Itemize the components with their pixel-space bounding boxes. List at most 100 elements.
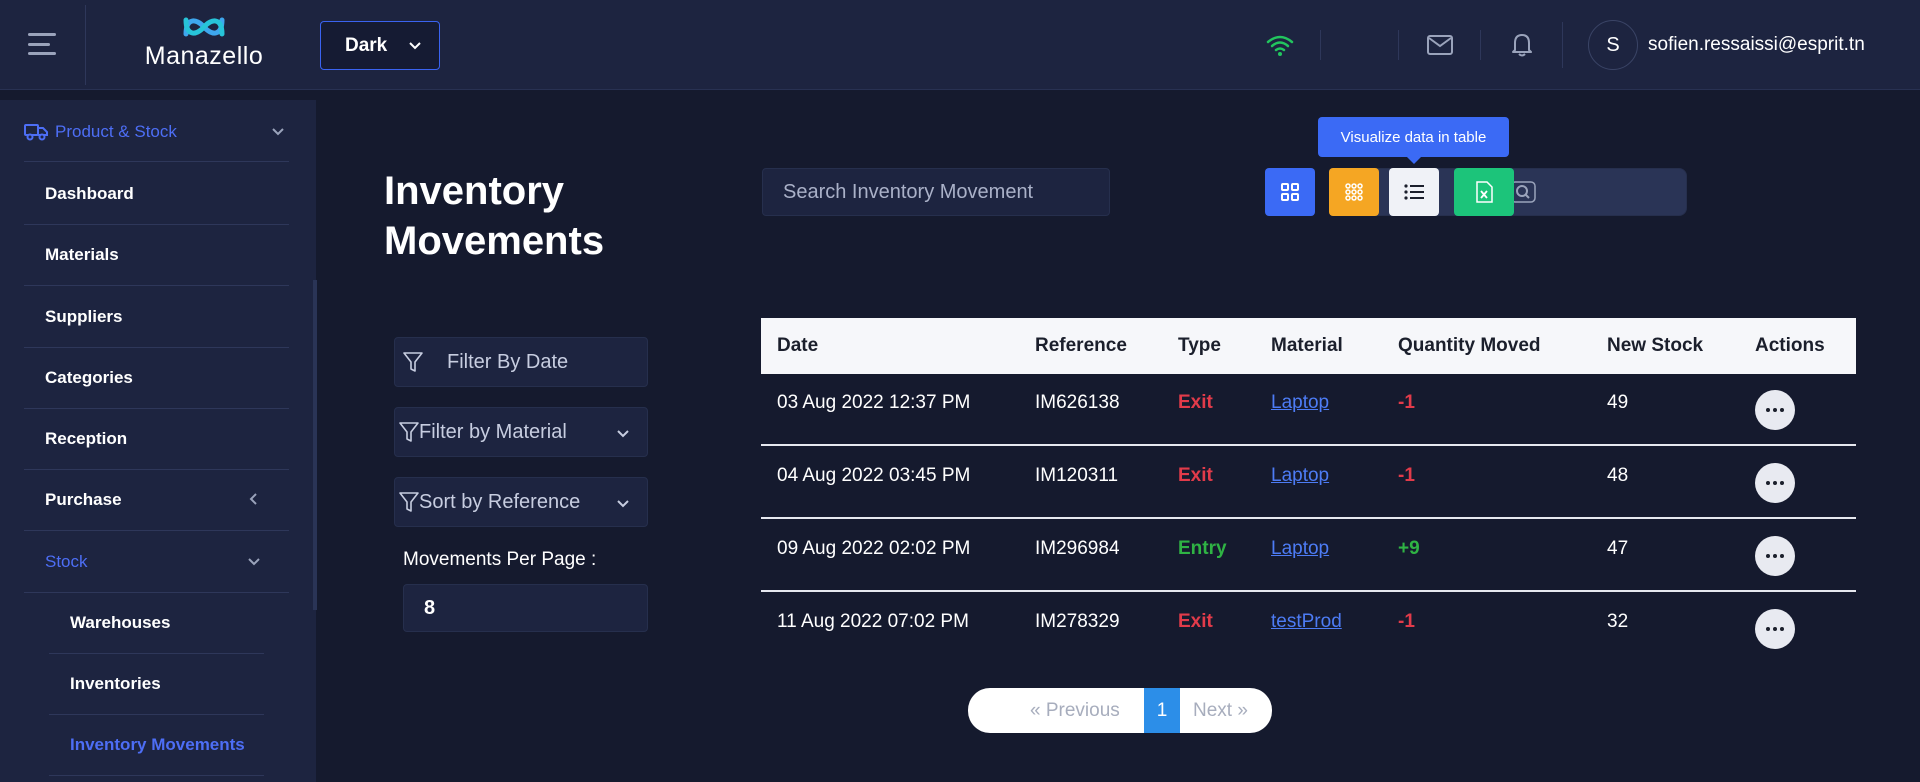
pagination-previous[interactable]: « Previous [1030,688,1120,733]
avatar-initial: S [1606,33,1620,56]
wifi-icon[interactable] [1260,26,1300,64]
row-actions-button[interactable] [1755,609,1795,649]
chevron-down-icon [272,128,284,136]
cell-date: 09 Aug 2022 02:02 PM [777,538,971,559]
cell-material-link[interactable]: testProd [1271,611,1342,633]
divider [1398,30,1399,60]
cell-material-link[interactable]: Laptop [1271,392,1329,414]
sidebar-item-label: Warehouses [70,613,171,632]
top-bar: Manazello Dark S sofien.ressaissi@esprit… [0,0,1920,216]
more-icon [1766,627,1784,631]
sidebar-item-inventories[interactable]: Inventories [49,654,264,715]
filter-label: Filter by Material [419,420,567,443]
pagination: « Previous 1 Next » [968,688,1272,733]
bell-icon[interactable] [1502,26,1542,64]
tooltip: Visualize data in table [1318,117,1509,164]
sidebar-item-reception[interactable]: Reception [24,409,289,470]
column-header-material[interactable]: Material [1271,335,1343,357]
chevron-down-icon [248,558,260,566]
sidebar-item-label: Materials [45,245,119,264]
filter-icon [403,352,423,372]
sidebar-item-label: Reception [45,429,128,448]
column-header-new-stock[interactable]: New Stock [1607,335,1703,357]
sidebar-item-inventory-movements[interactable]: Inventory Movements [49,715,264,776]
cell-new-stock: 32 [1607,611,1629,632]
sidebar-item-label: Suppliers [45,307,123,326]
column-header-date[interactable]: Date [777,335,818,357]
row-actions-button[interactable] [1755,463,1795,503]
sidebar-item-dashboard[interactable]: Dashboard [24,164,289,225]
row-actions-button[interactable] [1755,390,1795,430]
card-view-button[interactable] [1265,168,1315,216]
table-row: 03 Aug 2022 12:37 PM IM626138 Exit Lapto… [761,374,1856,446]
sidebar-section-label: Product & Stock [55,121,177,141]
cell-material-link[interactable]: Laptop [1271,538,1329,560]
user-email[interactable]: sofien.ressaissi@esprit.tn [1648,34,1865,56]
filter-by-material[interactable]: Filter by Material [394,407,648,457]
export-excel-button[interactable] [1454,168,1514,216]
theme-select-value: Dark [345,34,388,56]
sidebar-item-label: Inventory Movements [70,735,245,754]
grid-icon [1281,183,1299,201]
sidebar-item-purchase[interactable]: Purchase [24,470,289,531]
logo[interactable]: Manazello [134,12,274,71]
sidebar-item-label: Stock [45,552,88,571]
divider [1480,30,1481,60]
truck-icon [24,124,48,141]
filter-label: Sort by Reference [419,490,581,513]
more-icon [1766,408,1784,412]
chevron-down-icon [617,430,629,438]
cell-date: 04 Aug 2022 03:45 PM [777,465,971,486]
pagination-next[interactable]: Next » [1193,688,1248,733]
chevron-down-icon [617,500,629,508]
per-page-input[interactable] [403,584,648,632]
search-input[interactable] [762,168,1110,216]
filter-label: Filter By Date [447,350,569,373]
sidebar-scrollbar[interactable] [313,280,317,610]
cell-reference: IM278329 [1035,611,1120,632]
chevron-down-icon [409,42,421,50]
cell-reference: IM120311 [1035,465,1119,486]
logo-icon [183,17,225,37]
pagination-page-current[interactable]: 1 [1144,688,1180,733]
mail-icon[interactable] [1420,26,1460,64]
filter-icon [399,492,419,512]
cell-material-link[interactable]: Laptop [1271,465,1329,487]
avatar[interactable]: S [1588,20,1638,70]
sidebar-item-stock[interactable]: Stock [24,532,289,593]
sidebar-item-suppliers[interactable]: Suppliers [24,287,289,348]
excel-icon [1476,181,1493,203]
column-header-reference[interactable]: Reference [1035,335,1127,357]
sort-by-reference[interactable]: Sort by Reference [394,477,648,527]
more-icon [1766,481,1784,485]
cell-new-stock: 49 [1607,392,1629,413]
theme-select[interactable]: Dark [320,21,440,70]
cell-quantity: -1 [1398,611,1415,632]
column-header-quantity[interactable]: Quantity Moved [1398,335,1541,357]
sidebar-item-categories[interactable]: Categories [24,348,289,409]
chevron-left-icon [249,493,257,505]
cell-type: Exit [1178,611,1213,632]
cell-new-stock: 47 [1607,538,1629,559]
cell-type: Entry [1178,538,1227,559]
compact-grid-button[interactable] [1329,168,1379,216]
column-header-actions: Actions [1755,335,1825,356]
sidebar-item-warehouses[interactable]: Warehouses [49,593,264,654]
column-header-type[interactable]: Type [1178,335,1221,357]
sidebar-item-label: Categories [45,368,133,387]
row-actions-button[interactable] [1755,536,1795,576]
filter-by-date[interactable]: Filter By Date [394,337,648,387]
sidebar-item-label: Inventories [70,674,161,693]
table-view-button[interactable] [1389,168,1439,216]
more-icon [1766,554,1784,558]
sidebar-item-label: Purchase [45,490,122,509]
cell-quantity: -1 [1398,392,1415,413]
sidebar-item-materials[interactable]: Materials [24,225,289,286]
cell-reference: IM296984 [1035,538,1120,559]
sidebar-section-product-stock[interactable]: Product & Stock [24,102,289,162]
brand-name: Manazello [144,42,264,70]
menu-icon[interactable] [28,33,56,55]
table-row: 09 Aug 2022 02:02 PM IM296984 Entry Lapt… [761,520,1856,592]
table-row: 04 Aug 2022 03:45 PM IM120311 Exit Lapto… [761,447,1856,519]
cell-quantity: -1 [1398,465,1415,486]
